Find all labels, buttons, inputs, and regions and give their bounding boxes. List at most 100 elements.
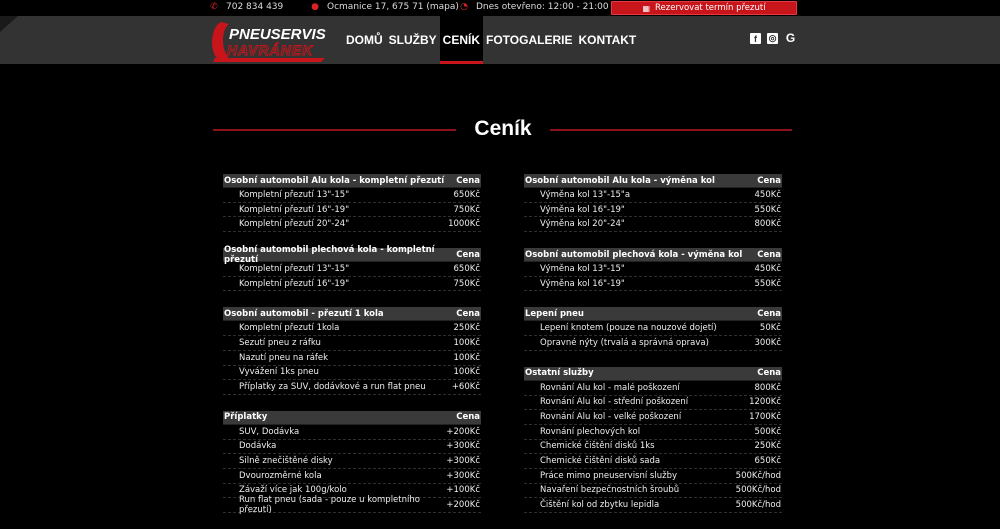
logo-line1: PNEUSERVIS — [229, 26, 326, 43]
section-header: Osobní automobil Alu kola - kompletní př… — [223, 174, 481, 188]
price-row: Dvourozměrné kola +300Kč — [223, 469, 481, 484]
section-price-header: Cena — [456, 308, 480, 319]
price-section: Ostatní služby Cena Rovnání Alu kol - malé… — [524, 366, 782, 513]
service-name: Kompletní přezutí 1kola — [239, 323, 340, 334]
section-title: Osobní automobil plechová kola - výměna … — [525, 249, 743, 260]
service-price: +200Kč — [446, 426, 480, 437]
price-row: Run flat pneu (sada - pouze u kompletníh… — [223, 495, 481, 516]
section-header: Osobní automobil plechová kola - výměna … — [524, 248, 782, 263]
service-name: Kompletní přezutí 13"-15" — [239, 189, 350, 200]
address-info[interactable]: ● Ocmanice 17, 675 71 (mapa) — [311, 2, 459, 12]
service-price: 1000Kč — [448, 219, 480, 230]
service-price: 100Kč — [453, 352, 480, 363]
service-price: 650Kč — [754, 456, 781, 467]
section-header: Lepení pneu Cena — [524, 307, 782, 322]
nav-item-4[interactable]: KONTAKT — [575, 16, 639, 64]
service-price: 650Kč — [453, 189, 480, 200]
price-section: Osobní automobil Alu kola - kompletní př… — [223, 174, 481, 233]
service-price: 500Kč/hod — [735, 485, 781, 496]
service-price: +200Kč — [446, 500, 480, 511]
section-title: Osobní automobil plechová kola - komplet… — [224, 244, 435, 265]
section-title: Osobní automobil Alu kola - kompletní př… — [224, 175, 445, 186]
service-price: 50Kč — [759, 323, 781, 334]
service-name: Kompletní přezutí 13"-15" — [239, 263, 350, 274]
service-price: 300Kč — [754, 337, 781, 348]
service-price: +300Kč — [446, 470, 480, 481]
nav-item-1[interactable]: SLUŽBY — [386, 16, 440, 64]
section-price-header: Cena — [456, 412, 480, 423]
service-name: Dodávka — [239, 441, 277, 452]
header-corner-decoration — [0, 16, 18, 32]
price-column-left: Osobní automobil Alu kola - kompletní př… — [223, 174, 481, 529]
nav-item-2[interactable]: CENÍK — [439, 16, 484, 64]
service-price: 800Kč — [754, 219, 781, 230]
nav-item-0[interactable]: DOMŮ — [343, 16, 386, 64]
section-title: Ostatní služby — [525, 368, 594, 379]
site-logo[interactable]: PNEUSERVIS HAVRÁNEK — [207, 16, 333, 64]
service-name: Nazutí pneu na ráfek — [239, 352, 329, 363]
facebook-icon[interactable]: f — [750, 33, 761, 44]
logo-underline — [213, 58, 325, 62]
section-price-header: Cena — [456, 175, 480, 186]
service-name: Chemické čištění disků 1ks — [540, 441, 655, 452]
section-price-header: Cena — [456, 249, 480, 260]
price-row: Rovnání Alu kol - malé poškození 800Kč — [524, 381, 782, 396]
service-price: 450Kč — [754, 263, 781, 274]
price-section: Osobní automobil Alu kola - výměna kol Ce… — [524, 174, 782, 233]
price-row: Dodávka +300Kč — [223, 440, 481, 455]
logo-line2: HAVRÁNEK — [227, 42, 313, 58]
opening-hours: ◔ Dnes otevřeno: 12:00 - 21:00 — [460, 2, 609, 12]
service-name: Výměna kol 20"-24" — [540, 219, 625, 230]
section-title: Příplatky — [224, 412, 268, 423]
nav-item-3[interactable]: FOTOGALERIE — [483, 16, 575, 64]
service-name: Závaží více jak 100g/kolo — [239, 485, 347, 496]
phone-number: 702 834 439 — [226, 2, 284, 12]
reserve-button[interactable]: ▦ Rezervovat termín přezutí — [611, 1, 797, 15]
phone-info[interactable]: ✆ 702 834 439 — [210, 2, 283, 12]
service-price: +300Kč — [446, 441, 480, 452]
service-name: Čištění kol od zbytku lepidla — [540, 500, 660, 511]
price-row: Kompletní přezutí 20"-24" 1000Kč — [223, 217, 481, 233]
price-row: Práce mimo pneuservisní služby 500Kč/hod — [524, 469, 782, 484]
service-name: Navaření bezpečnostních šroubů — [540, 485, 680, 496]
section-header: Ostatní služby Cena — [524, 366, 782, 381]
service-price: 500Kč/hod — [735, 500, 781, 511]
price-row: Silně znečištěné disky +300Kč — [223, 454, 481, 469]
opening-hours-text: Dnes otevřeno: 12:00 - 21:00 — [476, 2, 609, 12]
service-price: +100Kč — [446, 485, 480, 496]
price-section: Osobní automobil - přezutí 1 kola Cena Kom… — [223, 307, 481, 395]
service-name: Výměna kol 13"-15"a — [540, 189, 631, 200]
price-row: Opravné nýty (trvalá a správná oprava) 30… — [524, 336, 782, 351]
service-price: 550Kč — [754, 278, 781, 289]
service-name: Rovnání plechových kol — [540, 426, 641, 437]
service-name: Výměna kol 16"-19" — [540, 278, 625, 289]
price-row: Rovnání Alu kol - velké poškození 1700Kč — [524, 410, 782, 425]
service-name: Opravné nýty (trvalá a správná oprava) — [540, 337, 709, 348]
price-row: Výměna kol 16"-19" 550Kč — [524, 203, 782, 218]
section-header: Příplatky Cena — [223, 410, 481, 425]
section-title: Lepení pneu — [525, 308, 584, 319]
calendar-icon: ▦ — [642, 3, 650, 13]
service-name: Výměna kol 13"-15" — [540, 263, 625, 274]
price-section: Osobní automobil plechová kola - výměna … — [524, 248, 782, 292]
price-row: Nazutí pneu na ráfek 100Kč — [223, 351, 481, 366]
price-row: Rovnání plechových kol 500Kč — [524, 425, 782, 440]
google-icon[interactable]: G — [785, 31, 796, 45]
service-name: Chemické čištění disků sada — [540, 456, 661, 467]
service-price: 750Kč — [453, 278, 480, 289]
price-section: Lepení pneu Cena Lepení knotem (pouze na n… — [524, 307, 782, 351]
price-row: Výměna kol 13"-15"a 450Kč — [524, 188, 782, 203]
instagram-icon[interactable]: ◎ — [767, 33, 778, 44]
page-title: Ceník — [474, 117, 532, 140]
price-section: Příplatky Cena SUV, Dodávka +200Kč Dodávka +3… — [223, 410, 481, 516]
price-column-right: Osobní automobil Alu kola - výměna kol Ce… — [524, 174, 782, 529]
service-price: 750Kč — [453, 204, 480, 215]
service-price: 450Kč — [754, 189, 781, 200]
service-name: Kompletní přezutí 20"-24" — [239, 219, 350, 230]
price-row: Lepení knotem (pouze na nouzové dojetí) 5… — [524, 321, 782, 337]
service-price: 650Kč — [453, 263, 480, 274]
price-row: Kompletní přezutí 16"-19" 750Kč — [223, 277, 481, 292]
price-row: Vyvážení 1ks pneu 100Kč — [223, 366, 481, 381]
service-name: Run flat pneu (sada - pouze u kompletníh… — [239, 495, 420, 516]
section-title: Osobní automobil Alu kola - výměna kol — [525, 175, 715, 186]
